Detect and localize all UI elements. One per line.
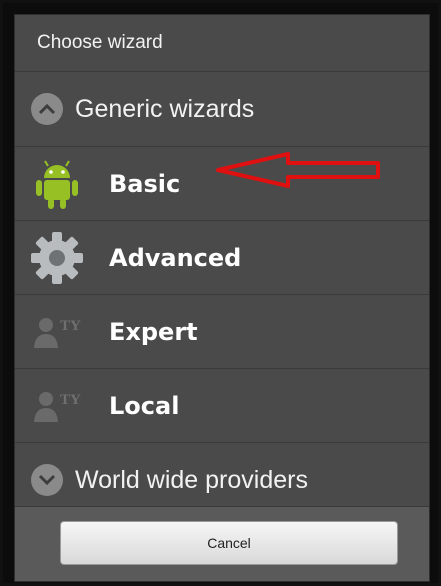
android-icon: [27, 154, 87, 214]
wizard-item-label: Expert: [109, 317, 198, 346]
choose-wizard-dialog: Choose wizard Generic wizards Basic Adva…: [14, 14, 430, 582]
chevron-up-icon: [31, 93, 63, 125]
cancel-button[interactable]: Cancel: [60, 521, 398, 565]
wizard-item-label: Advanced: [109, 243, 242, 272]
wizard-item-label: Local: [109, 391, 180, 420]
chevron-down-icon: [31, 464, 63, 496]
user-tty-icon: TY: [27, 376, 87, 436]
dialog-footer: Cancel: [15, 506, 429, 581]
section-generic-wizards[interactable]: Generic wizards: [15, 72, 429, 147]
wizard-item-label: Basic: [109, 169, 181, 198]
user-tty-icon: TY: [27, 302, 87, 362]
section-label: Generic wizards: [75, 94, 255, 123]
wizard-item-local[interactable]: TY Local: [15, 369, 429, 443]
section-label: World wide providers: [75, 465, 308, 494]
wizard-item-advanced[interactable]: Advanced: [15, 221, 429, 295]
wizard-item-expert[interactable]: TY Expert: [15, 295, 429, 369]
svg-text:TY: TY: [60, 392, 81, 408]
gear-icon: [27, 228, 87, 288]
dialog-title: Choose wizard: [15, 15, 429, 72]
svg-text:TY: TY: [60, 318, 81, 334]
red-arrow-left-icon: [216, 152, 380, 188]
